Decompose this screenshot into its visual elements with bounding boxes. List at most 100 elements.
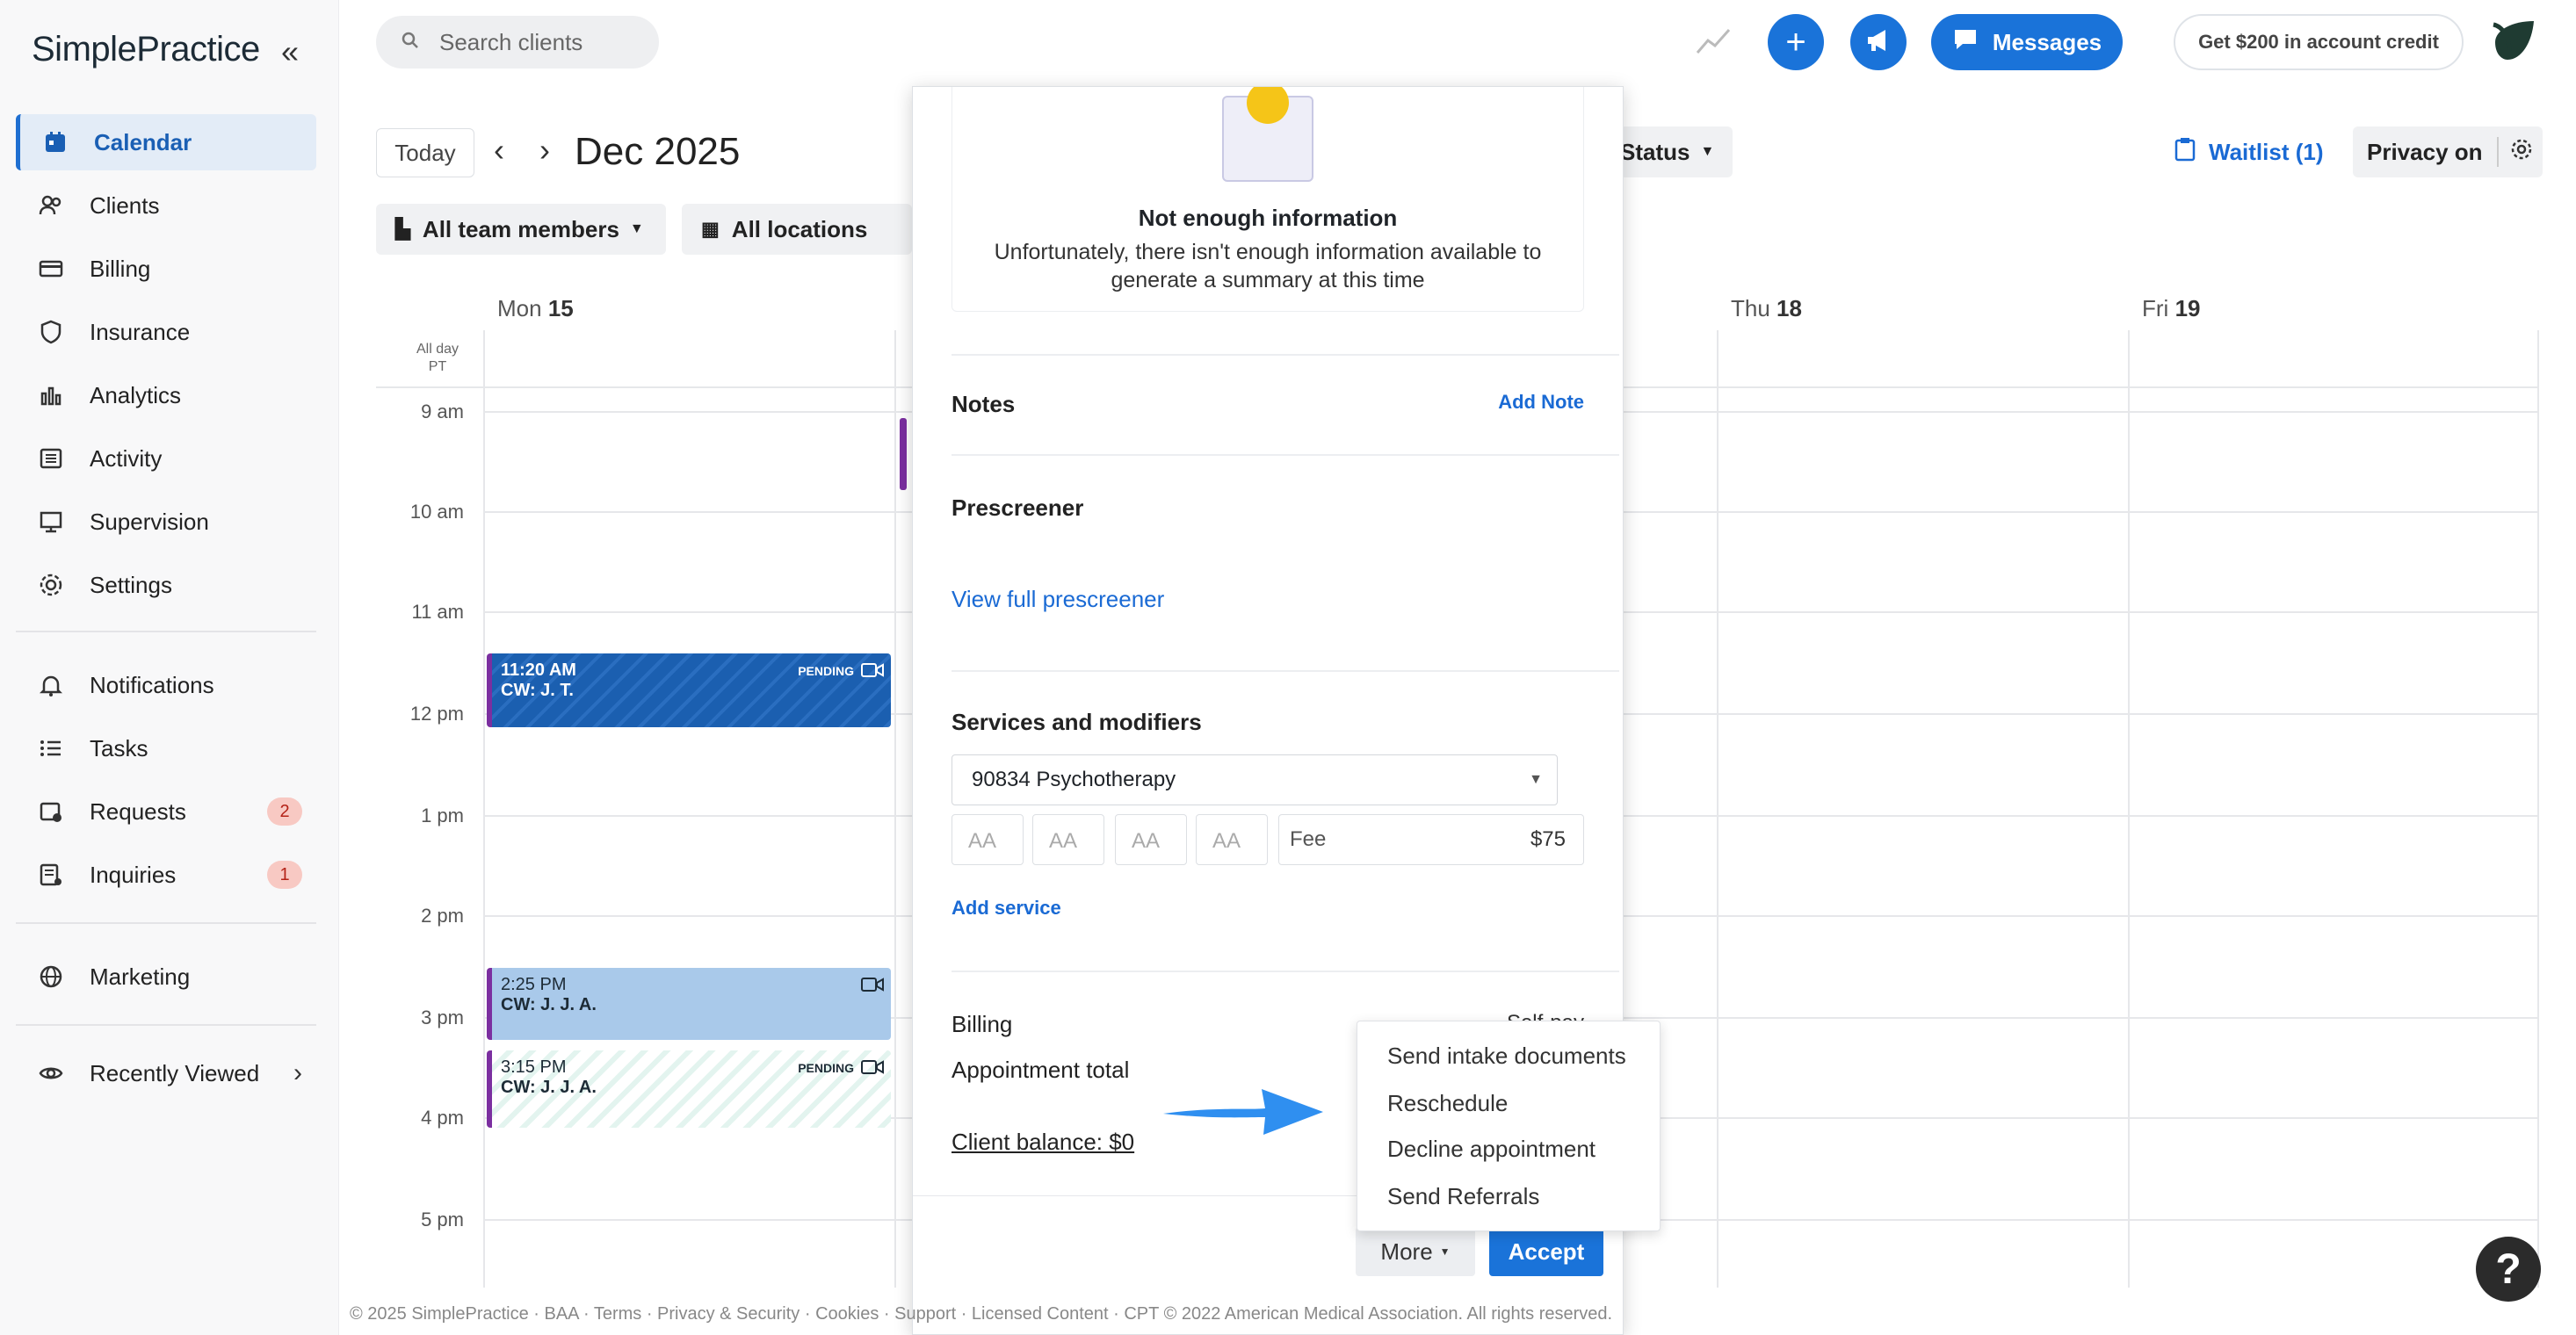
clipboard-icon [2174,137,2196,168]
today-button[interactable]: Today [376,128,474,177]
sidebar-item-insurance[interactable]: Insurance [16,304,316,360]
view-prescreener-link[interactable]: View full prescreener [952,586,1164,613]
appointment-block[interactable]: 2:25 PM CW: J. J. A. [487,968,891,1040]
day-header-mon[interactable]: Mon 15 [497,295,574,322]
hour-label: 11 am [411,601,464,623]
waitlist-button[interactable]: Waitlist (1) [2174,132,2323,172]
modifier-input[interactable]: AA [1196,814,1268,865]
client-balance-link[interactable]: Client balance: $0 [952,1129,1134,1156]
grid-vline [2128,330,2130,1288]
appointment-client: CW: J. J. A. [501,995,597,1014]
menu-item-reschedule[interactable]: Reschedule [1387,1090,1508,1117]
globe-icon [35,964,67,989]
sidebar-item-notifications[interactable]: Notifications [16,657,316,713]
section-divider [952,454,1619,456]
more-button[interactable]: More ▼ [1356,1227,1475,1276]
modifier-input[interactable]: AA [1032,814,1104,865]
team-members-filter[interactable]: ▙ All team members ▼ [376,204,666,255]
privacy-label: Privacy on [2367,138,2483,165]
sidebar-item-calendar[interactable]: Calendar [16,114,316,170]
add-service-link[interactable]: Add service [952,897,1061,920]
sidebar-item-billing[interactable]: Billing [16,241,316,297]
chevron-left-icon[interactable]: ‹ [494,132,504,169]
service-select[interactable]: 90834 Psychotherapy ▼ [952,754,1558,805]
sidebar-item-settings[interactable]: Settings [16,557,316,613]
fee-value: $75 [1530,827,1566,851]
sidebar-item-requests[interactable]: Requests 2 [16,783,316,840]
video-icon [861,977,884,998]
fee-input[interactable]: Fee $75 [1278,814,1584,865]
page-footer: © 2025 SimplePractice · BAA · Terms · Pr… [350,1304,1613,1324]
accept-button[interactable]: Accept [1489,1227,1603,1276]
grid-vline [483,330,485,1288]
chevron-right-icon[interactable]: › [539,132,550,169]
menu-item-decline[interactable]: Decline appointment [1387,1136,1596,1163]
sidebar-item-label: Activity [90,444,163,472]
leaf-avatar-icon[interactable] [2486,16,2539,73]
grid-vline [2537,330,2539,1288]
summary-title: Not enough information [1138,205,1398,231]
collapse-sidebar-icon[interactable]: « [281,33,299,70]
gear-icon[interactable] [2509,137,2534,168]
month-title: Dec 2025 [575,130,741,173]
warning-dot-icon [1247,87,1289,124]
menu-item-send-intake[interactable]: Send intake documents [1387,1043,1626,1070]
hour-label: 10 am [409,501,464,523]
sidebar-item-clients[interactable]: Clients [16,177,316,234]
sidebar-item-inquiries[interactable]: Inquiries 1 [16,847,316,903]
sidebar-item-supervision[interactable]: Supervision [16,494,316,550]
sidebar-item-marketing[interactable]: Marketing [16,949,316,1005]
status-filter[interactable]: Status ▼ [1620,126,1733,177]
requests-icon [35,799,67,824]
sidebar-item-label: Supervision [90,508,209,535]
day-header-thu[interactable]: Thu 18 [1731,295,1802,322]
announcements-button[interactable] [1850,14,1907,70]
building-icon: ▦ [701,218,720,240]
sidebar-divider [16,631,316,632]
account-credit-button[interactable]: Get $200 in account credit [2174,14,2464,70]
notes-title: Notes [952,391,1016,417]
search-placeholder: Search clients [439,28,583,55]
grid-vline [1717,330,1719,1288]
appointment-status: PENDING [798,1061,854,1075]
add-note-link[interactable]: Add Note [1498,391,1584,414]
sidebar-item-label: Clients [90,191,160,219]
search-input[interactable]: Search clients [376,16,659,69]
help-button[interactable]: ? [2476,1237,2541,1302]
sidebar-item-label: Calendar [94,128,192,155]
sidebar-item-analytics[interactable]: Analytics [16,367,316,423]
messages-button[interactable]: Messages [1931,14,2123,70]
sidebar-item-recently-viewed[interactable]: Recently Viewed › [16,1045,316,1101]
divider [2496,137,2499,167]
hour-label: 12 pm [409,703,464,725]
question-icon: ? [2495,1245,2522,1293]
sidebar-item-activity[interactable]: Activity [16,430,316,487]
team-icon: ▙ [395,218,410,240]
summary-illustration [1222,87,1313,182]
modifier-input[interactable]: AA [1115,814,1187,865]
appointment-block[interactable]: 11:20 AM CW: J. T. PENDING [487,653,891,727]
gear-icon [35,573,67,597]
appointment-client: CW: J. J. A. [501,1078,597,1097]
hour-label: 1 pm [421,805,464,826]
sidebar: SimplePractice « Calendar Clients Billin… [0,0,339,1335]
appointment-edge[interactable] [900,418,907,490]
day-header-fri[interactable]: Fri 19 [2142,295,2200,322]
privacy-toggle[interactable]: Privacy on [2353,126,2543,177]
sidebar-item-label: Requests [90,797,186,825]
add-button[interactable]: + [1768,14,1824,70]
inquiries-icon [35,862,67,887]
fee-label: Fee [1290,827,1327,851]
appointment-block[interactable]: 3:15 PM CW: J. J. A. PENDING [487,1050,891,1128]
hour-label: 5 pm [421,1209,464,1230]
inquiries-count-badge: 1 [267,861,302,889]
services-title: Services and modifiers [952,709,1202,735]
app-logo[interactable]: SimplePractice [32,30,260,69]
clients-icon [35,193,67,218]
sidebar-item-tasks[interactable]: Tasks [16,720,316,776]
menu-item-send-referrals[interactable]: Send Referrals [1387,1183,1539,1210]
modifier-input[interactable]: AA [952,814,1024,865]
locations-filter[interactable]: ▦ All locations [682,204,912,255]
sidebar-item-label: Tasks [90,734,148,761]
trend-icon[interactable] [1696,26,1731,62]
